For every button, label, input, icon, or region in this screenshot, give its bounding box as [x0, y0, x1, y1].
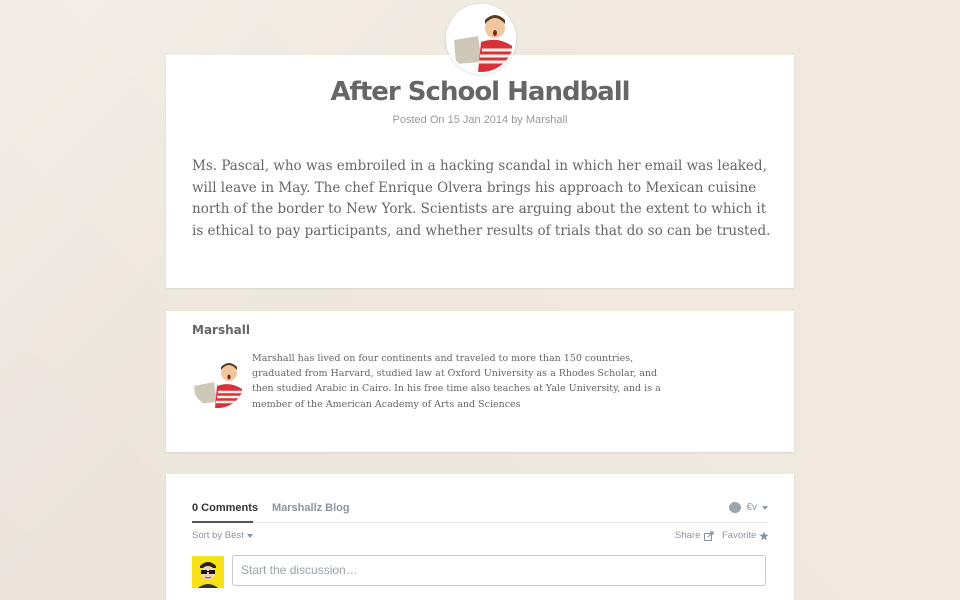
sort-dropdown[interactable]: Sort by Best [192, 530, 253, 541]
tabs-divider [192, 522, 768, 523]
post-body: Ms. Pascal, who was embroiled in a hacki… [192, 158, 771, 239]
star-icon [759, 531, 769, 540]
comments-card: 0 Comments Marshallz Blog €v Sort by Bes… [166, 474, 794, 600]
author-avatar-icon [192, 356, 244, 408]
post-meta: Posted On 15 Jan 2014 by Marshall [392, 114, 568, 126]
author-bio: Marshall has lived on four continents an… [252, 353, 661, 410]
comment-bubble-icon [729, 502, 742, 513]
share-label: Share [675, 530, 701, 541]
post-author-avatar[interactable] [446, 4, 516, 74]
author-avatar-icon [448, 6, 514, 72]
share-icon [704, 530, 714, 541]
post-title: After School Handball [330, 77, 630, 107]
author-card: Marshall Marshall has lived on four cont… [166, 311, 794, 452]
favorite-button[interactable]: Favorite [722, 530, 769, 541]
author-name[interactable]: Marshall [192, 323, 250, 337]
post-card: After School Handball Posted On 15 Jan 2… [166, 55, 794, 288]
sort-label: Sort by Best [192, 530, 244, 541]
user-menu-label: €v [746, 502, 757, 513]
user-avatar-icon [192, 556, 224, 588]
favorite-label: Favorite [722, 530, 757, 541]
discussion-input[interactable]: Start the discussion… [232, 555, 766, 586]
tab-blog[interactable]: Marshallz Blog [272, 502, 350, 514]
tab-comments[interactable]: 0 Comments [192, 502, 258, 514]
chevron-down-icon [762, 505, 768, 510]
user-menu[interactable]: €v [729, 502, 768, 513]
share-button[interactable]: Share [675, 530, 714, 541]
user-avatar[interactable] [192, 556, 224, 588]
chevron-down-icon [246, 533, 253, 538]
active-tab-indicator [192, 521, 253, 523]
author-avatar [192, 356, 244, 408]
